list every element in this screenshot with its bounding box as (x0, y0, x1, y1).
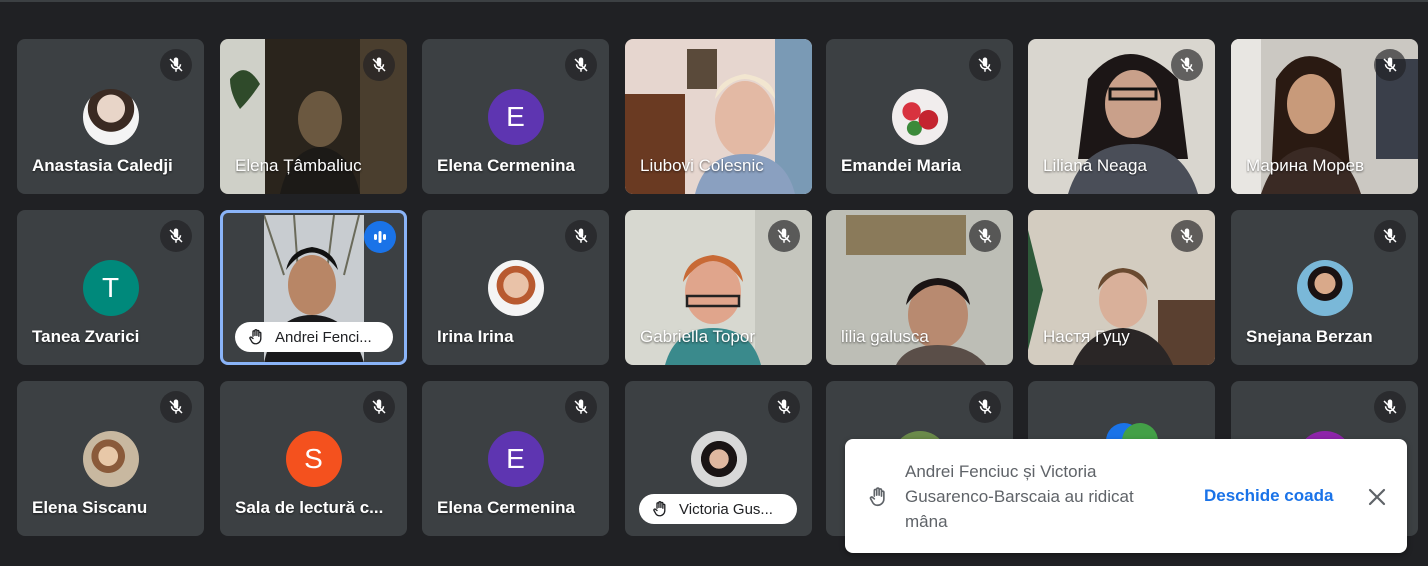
mic-off-icon[interactable] (160, 49, 192, 81)
participant-tile[interactable]: Victoria Gus... (625, 381, 812, 536)
participant-name: Irina Irina (437, 327, 514, 346)
hand-icon (249, 328, 262, 345)
participant-tile[interactable]: Emandei Maria (826, 39, 1013, 194)
participant-name: Victoria Gus... (679, 500, 773, 518)
mic-off-icon[interactable] (969, 220, 1001, 252)
participant-avatar: E (487, 431, 544, 487)
participant-tile[interactable]: Snejana Berzan (1231, 210, 1418, 365)
participant-name: Elena Cermenina (437, 498, 575, 517)
participant-avatar (82, 431, 139, 487)
participant-name: Andrei Fenci... (275, 328, 372, 346)
raised-hands-notification: Andrei Fenciuc și Victoria Gusarenco-Bar… (845, 439, 1407, 553)
mic-off-icon[interactable] (1171, 220, 1203, 252)
mic-off-icon[interactable] (969, 391, 1001, 423)
participant-name: Anastasia Caledji (32, 156, 173, 175)
participant-avatar (1296, 260, 1353, 316)
participant-name: Snejana Berzan (1246, 327, 1373, 346)
participant-tile[interactable]: lilia galusca (826, 210, 1013, 365)
mic-off-icon[interactable] (160, 391, 192, 423)
mic-off-icon[interactable] (1374, 220, 1406, 252)
participant-name: Марина Морев (1246, 156, 1365, 175)
mic-off-icon[interactable] (363, 49, 395, 81)
participant-tile[interactable]: E Elena Cermenina (422, 381, 609, 536)
participant-tile[interactable]: T Tanea Zvarici (17, 210, 204, 365)
mic-off-icon[interactable] (565, 49, 597, 81)
participant-name: Elena Cermenina (437, 156, 575, 175)
participant-tile[interactable]: Gabriella Topor (625, 210, 812, 365)
mic-off-icon[interactable] (1374, 391, 1406, 423)
mic-off-icon[interactable] (1171, 49, 1203, 81)
participant-name: Elena Siscanu (32, 498, 148, 517)
participant-name: Emandei Maria (841, 156, 961, 175)
participant-name: Liliana Neaga (1043, 156, 1147, 175)
participant-tile[interactable]: Настя Гуцу (1028, 210, 1215, 365)
mic-off-icon[interactable] (969, 49, 1001, 81)
participant-tile[interactable]: Liubovi Colesnic (625, 39, 812, 194)
participant-tile[interactable]: Irina Irina (422, 210, 609, 365)
participant-avatar: S (285, 431, 342, 487)
participant-tile[interactable]: Марина Морев (1231, 39, 1418, 194)
participant-name: Tanea Zvarici (32, 327, 140, 346)
hand-icon (869, 487, 885, 507)
participant-name: lilia galusca (841, 327, 929, 346)
participant-avatar: E (487, 89, 544, 145)
mic-off-icon[interactable] (1374, 49, 1406, 81)
participant-tile[interactable]: Elena Țâmbaliuc (220, 39, 407, 194)
participant-avatar (690, 431, 747, 487)
participant-name: Gabriella Topor (640, 327, 755, 346)
participant-avatar (82, 89, 139, 145)
raised-hand-badge: Andrei Fenci... (235, 322, 393, 352)
participant-avatar (891, 89, 948, 145)
participant-tile[interactable]: S Sala de lectură c... (220, 381, 407, 536)
hand-icon (653, 500, 666, 517)
open-queue-button[interactable]: Deschide coada (1204, 486, 1333, 506)
speaking-indicator-icon (364, 221, 396, 253)
participant-tile[interactable]: E Elena Cermenina (422, 39, 609, 194)
close-icon[interactable] (1365, 485, 1389, 509)
mic-off-icon[interactable] (768, 391, 800, 423)
participant-name: Sala de lectură c... (235, 498, 384, 517)
mic-off-icon[interactable] (768, 220, 800, 252)
participant-name: Liubovi Colesnic (640, 156, 764, 175)
participant-tile[interactable]: Elena Siscanu (17, 381, 204, 536)
participant-avatar: T (82, 260, 139, 316)
participant-name: Elena Țâmbaliuc (235, 156, 362, 175)
raised-hand-badge: Victoria Gus... (639, 494, 797, 524)
participant-tile[interactable]: Liliana Neaga (1028, 39, 1215, 194)
notification-message: Andrei Fenciuc și Victoria Gusarenco-Bar… (905, 462, 1134, 531)
participant-tile[interactable]: Anastasia Caledji (17, 39, 204, 194)
mic-off-icon[interactable] (160, 220, 192, 252)
mic-off-icon[interactable] (363, 391, 395, 423)
participant-tile-active[interactable]: Andrei Fenci... (220, 210, 407, 365)
mic-off-icon[interactable] (565, 391, 597, 423)
participant-name: Настя Гуцу (1043, 327, 1130, 346)
mic-off-icon[interactable] (565, 220, 597, 252)
participant-avatar (487, 260, 544, 316)
